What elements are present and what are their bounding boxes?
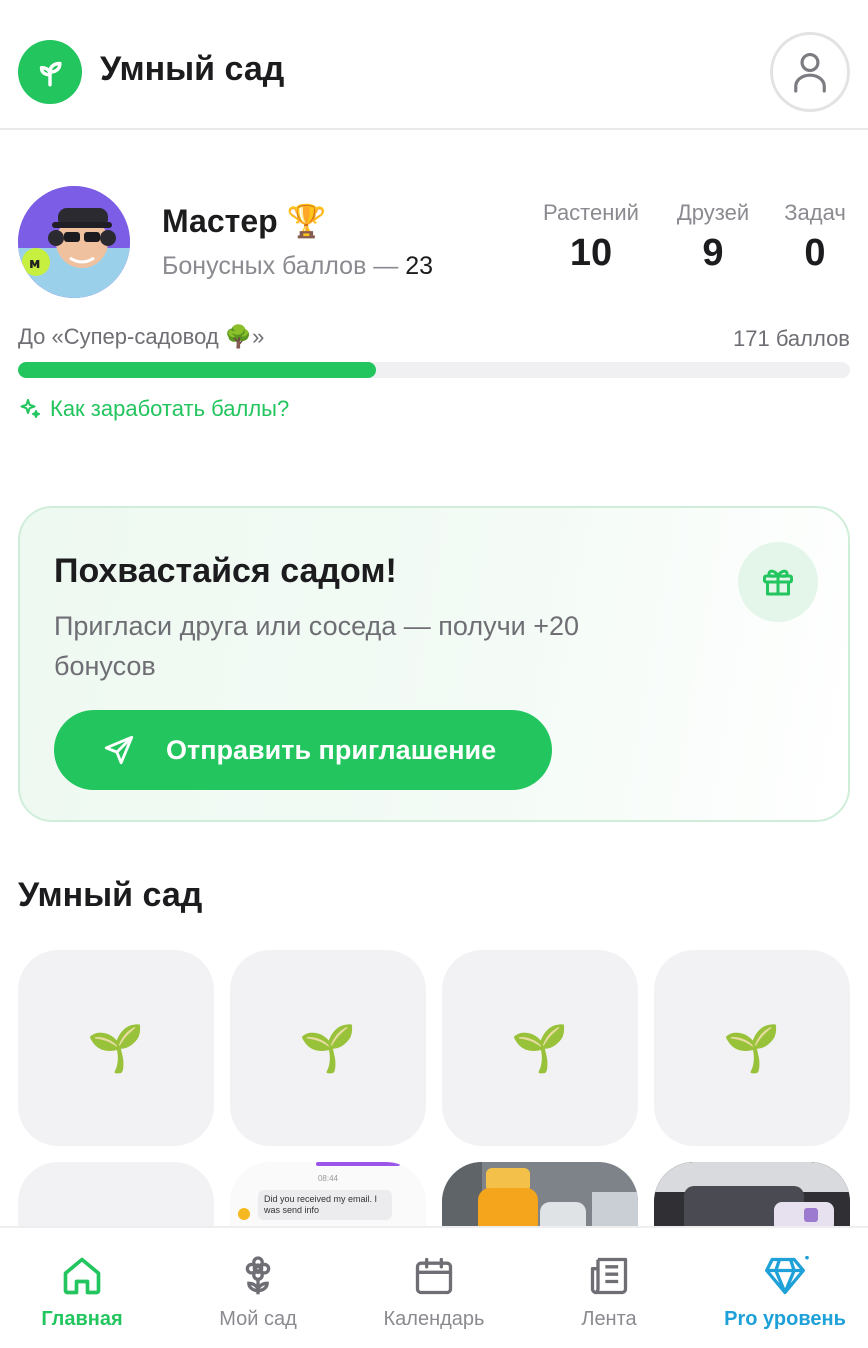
earn-points-link[interactable]: Как заработать баллы? <box>18 396 289 422</box>
flower-icon <box>245 1256 271 1295</box>
progress-label: До «Супер-садовод 🌳» <box>18 324 265 349</box>
garden-section-title: Умный сад <box>18 876 203 914</box>
diamond-icon <box>765 1255 809 1295</box>
user-rank: Мастер 🏆 <box>162 203 327 239</box>
nav-home-label: Главная <box>41 1308 123 1330</box>
chat-header-bar <box>316 1162 400 1166</box>
profile-button[interactable] <box>770 32 850 112</box>
sprout-icon: 🌱 <box>299 1021 357 1074</box>
bonus-points: Бонусных баллов — 23 <box>162 252 433 281</box>
nav-pro[interactable]: Pro уровень <box>698 1228 868 1348</box>
sparkle-icon <box>20 399 40 418</box>
nav-calendar[interactable]: Календарь <box>347 1228 521 1348</box>
home-icon <box>63 1257 101 1295</box>
news-icon <box>590 1257 628 1295</box>
stat-tasks-value: 0 <box>804 232 826 274</box>
nav-feed[interactable]: Лента <box>522 1228 696 1348</box>
calendar-icon <box>415 1257 453 1295</box>
app-header: Умный сад <box>0 0 868 130</box>
svg-text:м: м <box>29 256 40 272</box>
garden-tile[interactable]: 🌱 <box>230 950 426 1146</box>
chat-time: 08:44 <box>317 1174 339 1183</box>
stat-friends-value: 9 <box>702 232 724 274</box>
stat-friends[interactable]: Друзей 9 <box>666 200 760 275</box>
progress-bar <box>18 362 850 378</box>
nav-pro-label: Pro уровень <box>724 1308 846 1330</box>
earn-points-label: Как заработать баллы? <box>50 396 290 421</box>
nav-my-garden[interactable]: Мой сад <box>171 1228 345 1348</box>
nav-feed-label: Лента <box>581 1308 637 1330</box>
sprout-icon: 🌱 <box>87 1021 145 1074</box>
invite-card: Похвастайся садом! Пригласи друга или со… <box>18 506 850 822</box>
sprout-logo-icon <box>18 40 82 104</box>
user-avatar[interactable]: м <box>18 186 130 298</box>
sprout-icon: 🌱 <box>511 1021 569 1074</box>
send-icon <box>104 735 134 765</box>
nav-calendar-label: Календарь <box>383 1308 485 1330</box>
stat-plants-label: Растений <box>543 200 639 225</box>
stat-plants[interactable]: Растений 10 <box>532 200 650 275</box>
garden-tile[interactable]: 🌱 <box>442 950 638 1146</box>
send-invite-label: Отправить приглашение <box>166 734 497 765</box>
bottom-nav: Главная Мой сад Календарь Лента Pro уров… <box>0 1226 868 1348</box>
app-title: Умный сад <box>100 50 285 88</box>
invite-title: Похвастайся садом! <box>54 552 397 590</box>
nav-my-garden-label: Мой сад <box>219 1308 297 1330</box>
chat-avatar <box>238 1208 250 1220</box>
gift-icon <box>738 542 818 622</box>
garden-tile[interactable]: 🌱 <box>18 950 214 1146</box>
bonus-value: 23 <box>405 252 434 280</box>
send-invite-button[interactable]: Отправить приглашение <box>54 710 552 790</box>
garden-tile[interactable]: 🌱 <box>654 950 850 1146</box>
progress-fill <box>18 362 376 378</box>
sprout-icon: 🌱 <box>723 1021 781 1074</box>
chat-bubble: Did you received my email. I was send in… <box>258 1190 392 1220</box>
bonus-label: Бонусных баллов — <box>162 252 399 280</box>
stat-tasks[interactable]: Задач 0 <box>776 200 854 275</box>
stat-tasks-label: Задач <box>784 200 846 225</box>
stat-friends-label: Друзей <box>676 200 750 225</box>
progress-remaining: 171 баллов <box>733 326 850 351</box>
stat-plants-value: 10 <box>569 232 613 274</box>
nav-home[interactable]: Главная <box>0 1228 169 1348</box>
invite-description: Пригласи друга или соседа — получи +20 б… <box>54 611 580 681</box>
